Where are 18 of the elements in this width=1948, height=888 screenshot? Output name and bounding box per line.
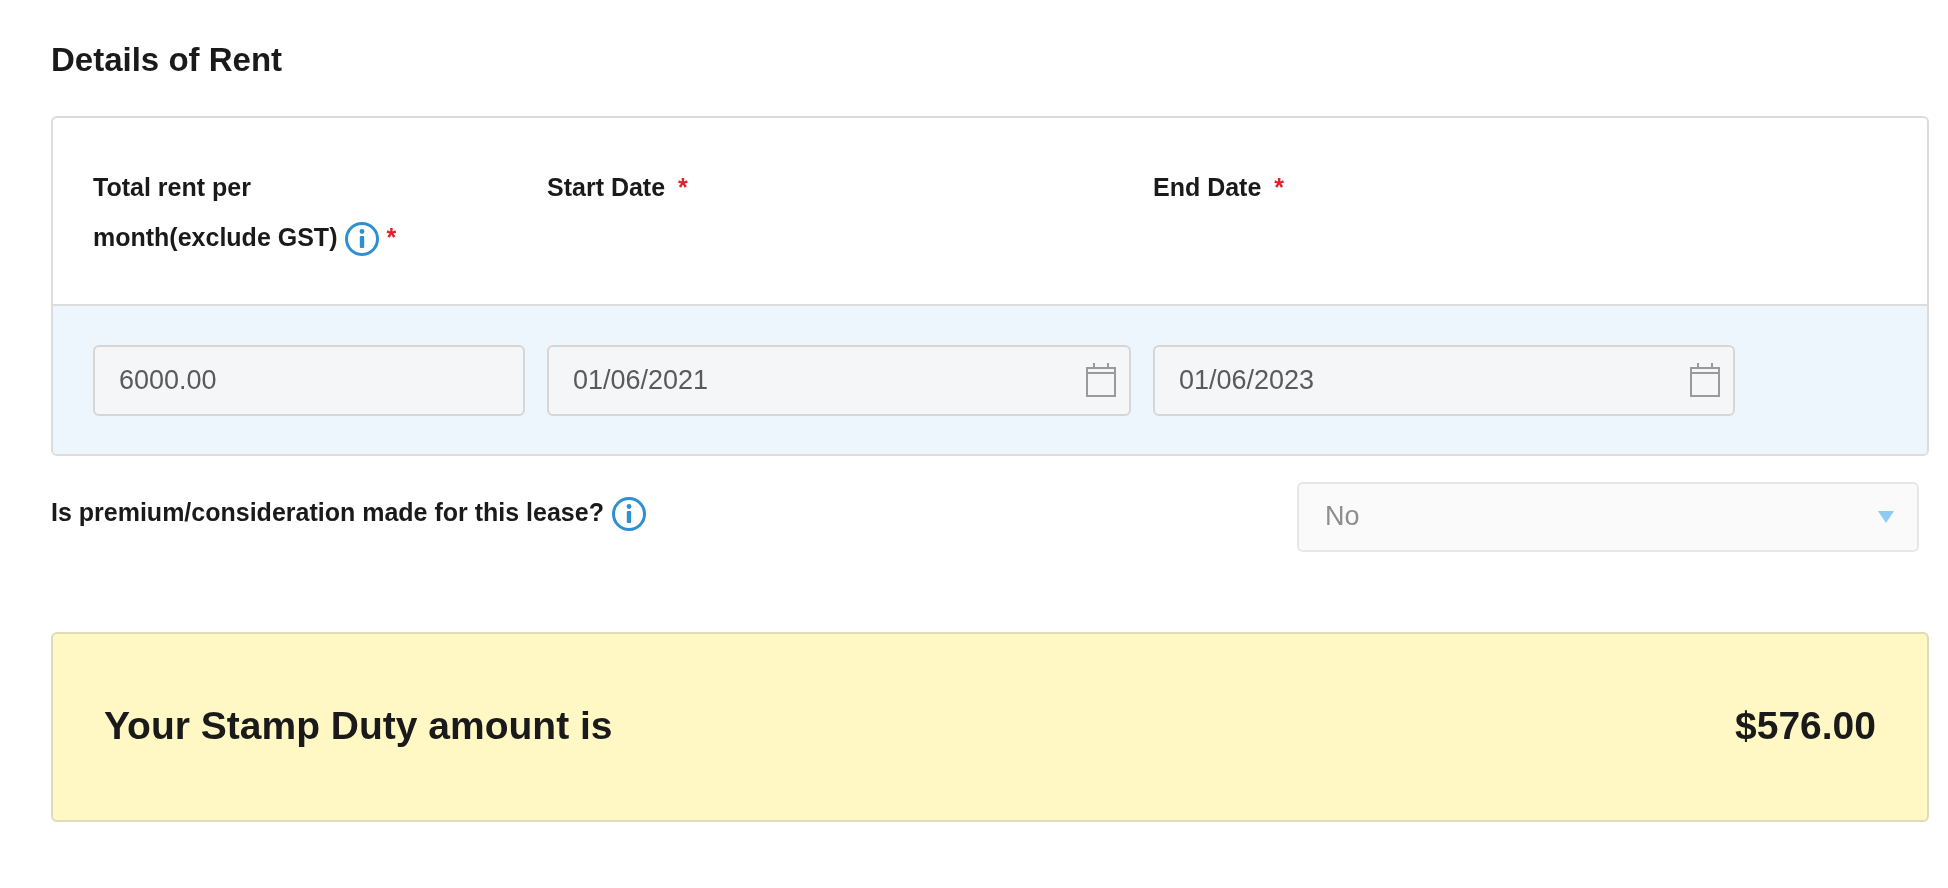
column-label: Total rent per month(exclude GST) *: [93, 161, 433, 278]
required-mark: *: [678, 172, 688, 201]
column-label: Start Date *: [547, 171, 689, 203]
date-field[interactable]: 01/06/2021: [547, 344, 1131, 416]
info-icon[interactable]: [610, 496, 647, 532]
dropdown-caret-icon: [1877, 509, 1895, 524]
input-field[interactable]: 6000.00: [93, 344, 525, 416]
result-label: Your Stamp Duty amount is: [104, 703, 613, 750]
calendar-icon[interactable]: [1689, 362, 1721, 399]
calendar-icon[interactable]: [1085, 362, 1117, 399]
date-field[interactable]: 01/06/2023: [1153, 344, 1735, 416]
result-amount: $576.00: [1735, 703, 1876, 750]
info-icon[interactable]: [344, 221, 381, 257]
question-label: Is premium/consideration made for this lease?: [51, 489, 647, 534]
required-mark: *: [1274, 172, 1285, 201]
required-mark: *: [386, 222, 397, 251]
column-label: End Date *: [1153, 171, 1286, 203]
section-title: Details of Rent: [51, 40, 284, 80]
